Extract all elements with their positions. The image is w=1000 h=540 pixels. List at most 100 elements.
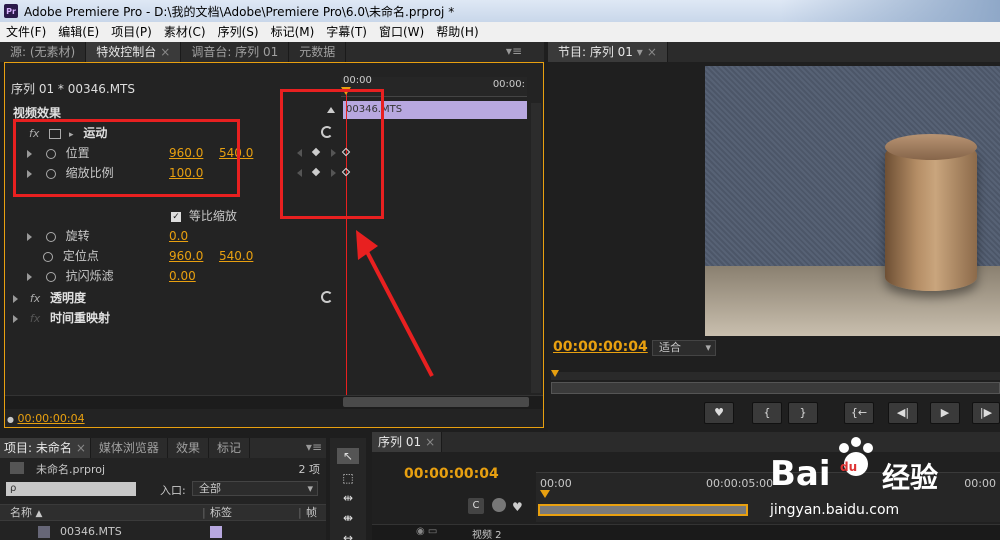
anchor-y-value[interactable]: 540.0 [219,246,253,266]
menu-file[interactable]: 文件(F) [0,22,52,42]
tab-media-browser[interactable]: 媒体浏览器 [91,438,168,458]
menu-title[interactable]: 字幕(T) [320,22,373,42]
menu-window[interactable]: 窗口(W) [373,22,430,42]
video-clip-icon [38,526,50,538]
uniform-scale-row: ✓ 等比缩放 [171,206,237,226]
col-name-header[interactable]: 名称 ▲ [10,505,42,522]
expand-opacity-icon[interactable] [13,294,18,303]
snap-toggle-icon[interactable]: C [468,498,484,514]
opacity-row[interactable]: fx 透明度 [13,288,86,308]
tab-effect-controls[interactable]: 特效控制台 × [86,42,182,62]
eye-icon[interactable]: ◉ ▭ [416,526,437,537]
program-zoom-scrollbar[interactable] [551,382,1000,394]
expand-time-remap-icon[interactable] [13,314,18,323]
ec-vertical-scrollbar[interactable] [531,103,541,393]
ec-horizontal-scrollbar[interactable] [343,397,529,407]
add-marker-button[interactable]: ♥ [704,402,734,424]
time-remap-row[interactable]: fx 时间重映射 [13,308,110,328]
fit-value: 适合 [659,341,681,354]
anchor-label: 定位点 [62,249,99,263]
track-select-tool-icon[interactable]: ⬚ [337,470,359,486]
annotation-box-properties [13,119,240,197]
project-item-count: 2 项 [298,463,321,476]
project-search-input[interactable]: ρ [6,482,136,496]
menu-edit[interactable]: 编辑(E) [52,22,105,42]
menu-clip[interactable]: 素材(C) [158,22,212,42]
program-playhead-icon[interactable] [551,370,559,377]
add-marker-icon[interactable]: ♥ [512,500,523,514]
ec-timecode-row: ● 00:00:00:04 [7,409,85,429]
timeline-playhead-icon[interactable] [540,490,550,498]
stopwatch-icon[interactable] [45,231,56,242]
step-forward-button[interactable]: |▶ [972,402,1000,424]
dropdown-icon[interactable]: ▾ [637,45,643,59]
uniform-scale-label: 等比缩放 [188,209,237,223]
entry-value: 全部 [199,482,221,495]
list-item[interactable]: 00346.MTS [0,524,326,540]
selection-tool-icon[interactable]: ↖ [337,448,359,464]
tab-sequence-label: 序列 01 [378,435,422,449]
entry-dropdown[interactable]: 全部 ▾ [192,481,318,496]
mark-out-button[interactable]: } [788,402,818,424]
stopwatch-icon[interactable] [45,271,56,282]
tab-project-label: 项目: 未命名 [4,441,72,455]
work-area-bar[interactable] [538,504,748,516]
rotation-value[interactable]: 0.0 [169,226,188,246]
ruler-start: 00:00 [343,75,372,86]
dropdown-icon: ▾ [705,341,711,354]
menu-marker[interactable]: 标记(M) [265,22,321,42]
anchor-row: 定位点 [43,246,99,266]
close-icon[interactable]: × [647,45,657,59]
fit-dropdown[interactable]: 适合 ▾ [652,340,716,356]
effect-controls-panel: 序列 01 * 00346.MTS 00:00 00:00: 00346.MTS… [4,62,544,428]
close-icon[interactable]: × [160,45,170,59]
rotation-label: 旋转 [65,229,90,243]
menu-sequence[interactable]: 序列(S) [212,22,265,42]
expand-antiflicker-icon[interactable] [27,272,32,281]
col-fps-header[interactable]: 帧 [306,505,317,520]
rate-stretch-tool-icon[interactable]: ↔ [337,530,359,540]
tab-sequence[interactable]: 序列 01 × [372,432,443,452]
tab-project[interactable]: 项目: 未命名 × [0,438,91,458]
marker-circle-icon[interactable] [492,498,506,512]
tab-metadata[interactable]: 元数据 [289,42,347,62]
close-icon[interactable]: × [425,435,435,449]
go-to-in-button[interactable]: {← [844,402,874,424]
reset-opacity-icon[interactable] [321,291,333,303]
menu-help[interactable]: 帮助(H) [430,22,484,42]
close-icon[interactable]: × [76,441,86,455]
tab-program[interactable]: 节目: 序列 01 ▾ × [548,42,668,62]
antiflicker-value[interactable]: 0.00 [169,266,196,286]
watermark-brand: Bai [770,454,831,494]
menu-project[interactable]: 项目(P) [105,22,158,42]
dropdown-icon: ▾ [307,482,313,495]
step-back-button[interactable]: ◀| [888,402,918,424]
tab-markers[interactable]: 标记 [209,438,250,458]
panel-menu-icon[interactable]: ▾≡ [306,440,322,454]
ripple-edit-tool-icon[interactable]: ⇹ [337,490,359,506]
program-timecode[interactable]: 00:00:00:04 [553,339,648,355]
play-button[interactable]: ▶ [930,402,960,424]
project-icon [10,462,24,474]
mark-in-button[interactable]: { [752,402,782,424]
col-label-header[interactable]: 标签 [210,505,232,520]
project-tab-row: 项目: 未命名 × 媒体浏览器 效果 标记 ▾≡ [0,438,326,458]
stopwatch-icon[interactable] [43,251,53,262]
baidu-jingyan-watermark: Bai du 经验 jingyan.baidu.com [770,432,1000,540]
timeline-timecode[interactable]: 00:00:00:04 [404,466,499,482]
tab-audio-mixer[interactable]: 调音台: 序列 01 [181,42,290,62]
uniform-scale-checkbox[interactable]: ✓ [171,211,181,222]
fx-icon: fx [29,292,41,305]
entry-label: 入口: [160,484,186,497]
anchor-x-value[interactable]: 960.0 [169,246,203,266]
tab-source[interactable]: 源: (无素材) [0,42,87,62]
tab-effects[interactable]: 效果 [168,438,209,458]
program-mini-ruler[interactable] [551,372,1000,380]
ec-timecode[interactable]: 00:00:00:04 [17,412,84,425]
expand-rotation-icon[interactable] [27,232,32,241]
clip-header: 序列 01 * 00346.MTS [11,82,136,96]
video-preview[interactable] [705,66,1000,336]
rolling-edit-tool-icon[interactable]: ⇼ [337,510,359,526]
window-title: Adobe Premiere Pro - D:\我的文档\Adobe\Premi… [24,4,455,19]
panel-menu-icon[interactable]: ▾≡ [506,44,522,58]
